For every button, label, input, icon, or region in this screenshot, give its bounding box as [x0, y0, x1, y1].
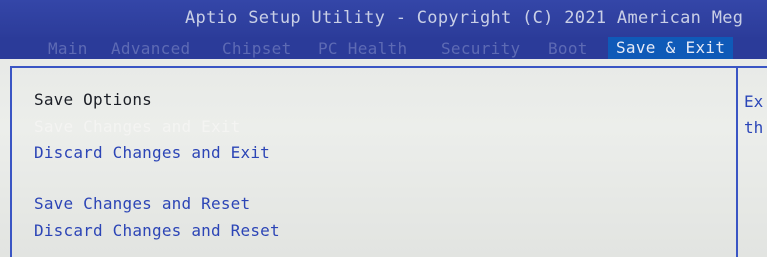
tab-chipset[interactable]: Chipset — [222, 39, 292, 58]
tab-pc-health[interactable]: PC Health — [318, 39, 407, 58]
section-title: Save Options — [34, 90, 152, 109]
help-text-line: th — [744, 118, 764, 137]
title-bar: Aptio Setup Utility - Copyright (C) 2021… — [0, 0, 767, 37]
tab-main[interactable]: Main — [48, 39, 88, 58]
help-panel: Ex th — [736, 66, 767, 257]
menu-item-discard-changes-and-exit[interactable]: Discard Changes and Exit — [34, 143, 270, 162]
menu-item-save-changes-and-exit[interactable]: Save Changes and Exit — [34, 117, 241, 136]
tab-save-exit[interactable]: Save & Exit — [608, 37, 734, 59]
menu-bar: Main Advanced Chipset PC Health Security… — [0, 37, 767, 59]
menu-item-save-changes-and-reset[interactable]: Save Changes and Reset — [34, 194, 250, 213]
help-text-line: Ex — [744, 92, 764, 111]
menu-item-discard-changes-and-reset[interactable]: Discard Changes and Reset — [34, 221, 280, 240]
tab-security[interactable]: Security — [441, 39, 520, 58]
title-text: Aptio Setup Utility - Copyright (C) 2021… — [185, 8, 744, 28]
bios-screen: Aptio Setup Utility - Copyright (C) 2021… — [0, 0, 767, 257]
tab-advanced[interactable]: Advanced — [111, 39, 190, 58]
tab-boot[interactable]: Boot — [548, 39, 588, 58]
